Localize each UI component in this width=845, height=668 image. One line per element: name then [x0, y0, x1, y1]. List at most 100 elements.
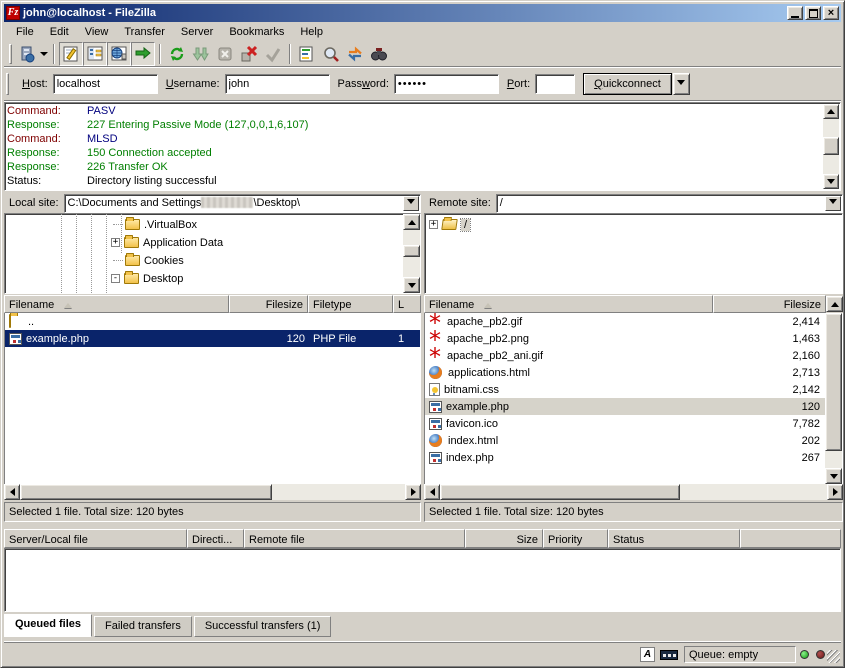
expand-icon[interactable]: +: [111, 238, 120, 247]
toggle-remote-tree-icon: [110, 45, 128, 63]
cancel-operation-button[interactable]: [213, 42, 237, 66]
tree-item-root[interactable]: + /: [429, 216, 470, 233]
log-scrollbar-thumb[interactable]: [823, 137, 839, 155]
log-scroll-down-button[interactable]: [823, 174, 839, 189]
password-input[interactable]: [394, 74, 499, 94]
toggle-remote-tree-button[interactable]: [107, 42, 131, 66]
folder-icon: [9, 314, 11, 328]
scroll-left-button[interactable]: [424, 484, 440, 500]
file-row-parent-dir[interactable]: ..: [5, 313, 420, 330]
toolbar-grip[interactable]: [9, 44, 12, 64]
toggle-message-log-button[interactable]: [59, 42, 83, 66]
minimize-button[interactable]: [787, 6, 803, 20]
disconnect-button[interactable]: [237, 42, 261, 66]
column-header-direction[interactable]: Directi...: [187, 529, 244, 548]
tree-item-application-data[interactable]: +Application Data: [111, 234, 223, 251]
queue-body[interactable]: [4, 548, 841, 612]
remote-tree: + /: [424, 213, 843, 294]
scrollbar-thumb[interactable]: [20, 484, 272, 500]
menu-edit[interactable]: Edit: [42, 24, 77, 40]
column-header-remote-file[interactable]: Remote file: [244, 529, 465, 548]
column-header-status[interactable]: Status: [608, 529, 740, 548]
menu-view[interactable]: View: [77, 24, 117, 40]
tab-queued-files[interactable]: Queued files: [4, 614, 92, 637]
file-row[interactable]: apache_pb2.gif 2,414: [425, 313, 825, 330]
local-path: C:\Documents and Settings\Desktop\: [68, 197, 300, 209]
column-header-filetype[interactable]: Filetype: [308, 295, 393, 313]
file-row[interactable]: index.php 267: [425, 449, 825, 466]
file-row[interactable]: apache_pb2_ani.gif 2,160: [425, 347, 825, 364]
directory-listing-filters-button[interactable]: [295, 42, 319, 66]
refresh-button[interactable]: [165, 42, 189, 66]
remote-list-hscrollbar: [424, 484, 843, 500]
remote-site-dropdown-button[interactable]: [825, 196, 841, 211]
directory-comparison-button[interactable]: [319, 42, 343, 66]
filezilla-app-icon: Fz: [6, 6, 20, 20]
synchronized-browsing-button[interactable]: [343, 42, 367, 66]
file-row[interactable]: bitnami.css 2,142: [425, 381, 825, 398]
local-site-combo[interactable]: C:\Documents and Settings\Desktop\: [64, 194, 421, 213]
remote-list-scroll-up-button[interactable]: [826, 296, 843, 312]
local-site-dropdown-button[interactable]: [403, 196, 419, 211]
remote-site-combo[interactable]: /: [496, 194, 843, 213]
column-header-filesize[interactable]: Filesize: [229, 295, 308, 313]
scrollbar-thumb[interactable]: [440, 484, 680, 500]
resize-grip[interactable]: [827, 650, 840, 663]
file-row-example-php[interactable]: example.php 120 PHP File 1: [5, 330, 420, 347]
toggle-local-tree-button[interactable]: [83, 42, 107, 66]
tree-item-cookies[interactable]: Cookies: [113, 252, 184, 269]
status-bar: A Queue: empty: [4, 641, 841, 664]
log-scroll-up-button[interactable]: [823, 104, 839, 119]
process-queue-button[interactable]: [189, 42, 213, 66]
toggle-transfer-queue-button[interactable]: [131, 42, 155, 66]
port-input[interactable]: [535, 74, 575, 94]
remote-list-scroll-down-button[interactable]: [825, 468, 842, 484]
username-input[interactable]: [225, 74, 330, 94]
column-header-priority[interactable]: Priority: [543, 529, 608, 548]
maximize-button[interactable]: [805, 6, 821, 20]
reconnect-button[interactable]: [261, 42, 285, 66]
scroll-left-button[interactable]: [4, 484, 20, 500]
column-header-filename[interactable]: Filename: [4, 295, 229, 313]
local-tree-scrollbar-thumb[interactable]: [403, 245, 420, 257]
local-tree-scroll-down-button[interactable]: [403, 277, 420, 293]
tab-failed-transfers[interactable]: Failed transfers: [94, 616, 192, 637]
local-tree-scroll-up-button[interactable]: [403, 214, 420, 230]
quickconnect-dropdown-button[interactable]: [673, 73, 690, 95]
find-files-button[interactable]: [367, 42, 391, 66]
column-header-server-local-file[interactable]: Server/Local file: [4, 529, 187, 548]
remote-list-scrollbar-thumb[interactable]: [825, 313, 842, 451]
menu-file[interactable]: File: [8, 24, 42, 40]
menu-help[interactable]: Help: [292, 24, 331, 40]
speed-limit-icon[interactable]: [660, 650, 678, 660]
tab-successful-transfers[interactable]: Successful transfers (1): [194, 616, 332, 637]
file-row[interactable]: apache_pb2.png 1,463: [425, 330, 825, 347]
file-row[interactable]: favicon.ico 7,782: [425, 415, 825, 432]
tree-item-desktop[interactable]: -Desktop: [111, 270, 183, 287]
column-header-filename[interactable]: Filename: [424, 295, 713, 313]
open-site-manager-button[interactable]: [15, 42, 49, 66]
menu-transfer[interactable]: Transfer: [116, 24, 173, 40]
file-row-selected[interactable]: example.php 120: [425, 398, 825, 415]
menu-server[interactable]: Server: [173, 24, 221, 40]
host-input[interactable]: [53, 74, 158, 94]
menu-bookmarks[interactable]: Bookmarks: [221, 24, 292, 40]
ascii-data-type-icon[interactable]: A: [640, 647, 655, 662]
scroll-right-button[interactable]: [405, 484, 421, 500]
sort-ascending-icon: [484, 299, 492, 308]
site-manager-dropdown-icon[interactable]: [40, 52, 48, 60]
tree-item-virtualbox[interactable]: .VirtualBox: [113, 216, 197, 233]
column-header-size[interactable]: Size: [465, 529, 543, 548]
column-header-last-modified[interactable]: L: [393, 295, 421, 313]
close-button[interactable]: ×: [823, 6, 839, 20]
expand-icon[interactable]: +: [429, 220, 438, 229]
file-row[interactable]: applications.html 2,713: [425, 364, 825, 381]
collapse-icon[interactable]: -: [111, 274, 120, 283]
quickconnect-button[interactable]: Quickconnect: [583, 73, 672, 95]
file-row[interactable]: index.html 202: [425, 432, 825, 449]
scroll-right-button[interactable]: [827, 484, 843, 500]
quickconnect-grip[interactable]: [6, 73, 9, 95]
log-line: Command:PASV: [7, 104, 840, 118]
synchronized-browsing-icon: [346, 45, 364, 63]
column-header-filesize[interactable]: Filesize: [713, 295, 826, 313]
